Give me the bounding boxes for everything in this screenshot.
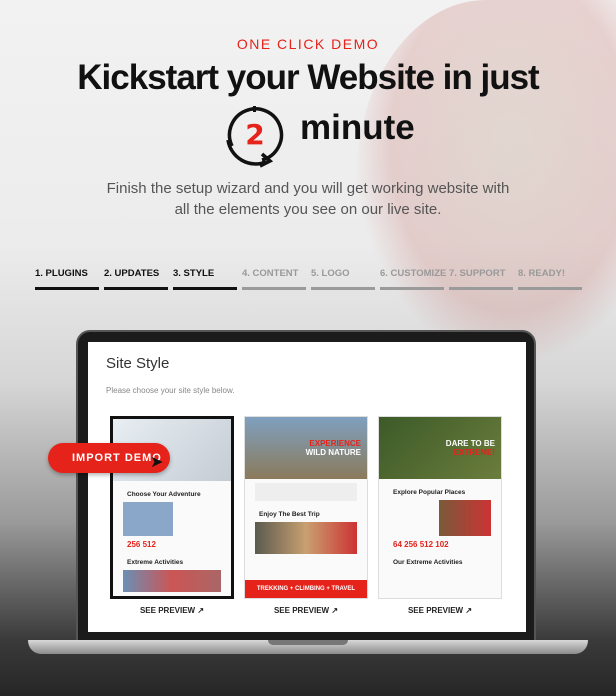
clock-icon: 2 (226, 106, 284, 168)
external-link-icon: ↗ (465, 606, 473, 615)
card-hero: EXPERIENCE WILD NATURE (245, 417, 367, 479)
card-heading: Enjoy The Best Trip (259, 511, 320, 518)
subtitle-line: Finish the setup wizard and you will get… (106, 180, 510, 197)
style-card-2[interactable]: EXPERIENCE WILD NATURE Enjoy The Best Tri… (244, 416, 368, 599)
step-content: 4. CONTENT (242, 268, 306, 290)
card-heading: Choose Your Adventure (127, 491, 201, 498)
see-preview-label: SEE PREVIEW (273, 606, 330, 615)
hero-text: WILD NATURE (305, 448, 361, 457)
card-image (439, 500, 491, 536)
card-image (123, 502, 173, 536)
cursor-click-icon: ➤ (150, 454, 164, 471)
see-preview-label: SEE PREVIEW (407, 606, 464, 615)
hero-text: EXTREME! (453, 448, 495, 457)
card-heading: Our Extreme Activities (393, 559, 463, 566)
card-stats: 64 256 512 102 (393, 540, 449, 549)
step-plugins: 1. PLUGINS (35, 268, 99, 290)
external-link-icon: ↗ (197, 606, 205, 615)
card-band: TREKKING + CLIMBING + TRAVEL (245, 580, 367, 598)
card-image (123, 570, 221, 592)
see-preview-link[interactable]: SEE PREVIEW ↗ (244, 606, 368, 615)
eyebrow: ONE CLICK DEMO (236, 36, 380, 52)
card-features (255, 483, 357, 501)
step-customize: 6. CUSTOMIZE (380, 268, 446, 290)
wizard-steps: 1. PLUGINS 2. UPDATES 3. STYLE 4. CONTEN… (35, 268, 582, 290)
hero-text: EXPERIENCE (309, 439, 361, 448)
clock-number: 2 (245, 118, 264, 151)
card-image (255, 522, 357, 554)
see-preview-link[interactable]: SEE PREVIEW ↗ (378, 606, 502, 615)
hero-text: DARE TO BE (445, 439, 495, 448)
subtitle-line: all the elements you see on our live sit… (174, 201, 442, 218)
card-heading: Extreme Activities (127, 559, 184, 566)
screen-title: Site Style (106, 355, 170, 372)
step-style: 3. STYLE (173, 268, 237, 290)
subtitle: Finish the setup wizard and you will get… (0, 178, 616, 220)
screen-description: Please choose your site style below. (106, 386, 235, 395)
minute-word: minute (300, 108, 415, 147)
see-preview-label: SEE PREVIEW (139, 606, 196, 615)
see-preview-link[interactable]: SEE PREVIEW ↗ (110, 606, 234, 615)
step-support: 7. SUPPORT (449, 268, 513, 290)
card-heading: Explore Popular Places (393, 489, 466, 496)
card-hero: DARE TO BE EXTREME! (379, 417, 501, 479)
step-ready: 8. READY! (518, 268, 582, 290)
external-link-icon: ↗ (331, 606, 339, 615)
band-text: TREKKING + CLIMBING + TRAVEL (256, 586, 356, 592)
step-logo: 5. LOGO (311, 268, 375, 290)
card-stats: 256 512 (127, 540, 156, 549)
laptop-notch (268, 640, 348, 645)
step-updates: 2. UPDATES (104, 268, 168, 290)
headline: Kickstart your Website in just (77, 58, 539, 97)
style-card-3[interactable]: DARE TO BE EXTREME! Explore Popular Place… (378, 416, 502, 599)
